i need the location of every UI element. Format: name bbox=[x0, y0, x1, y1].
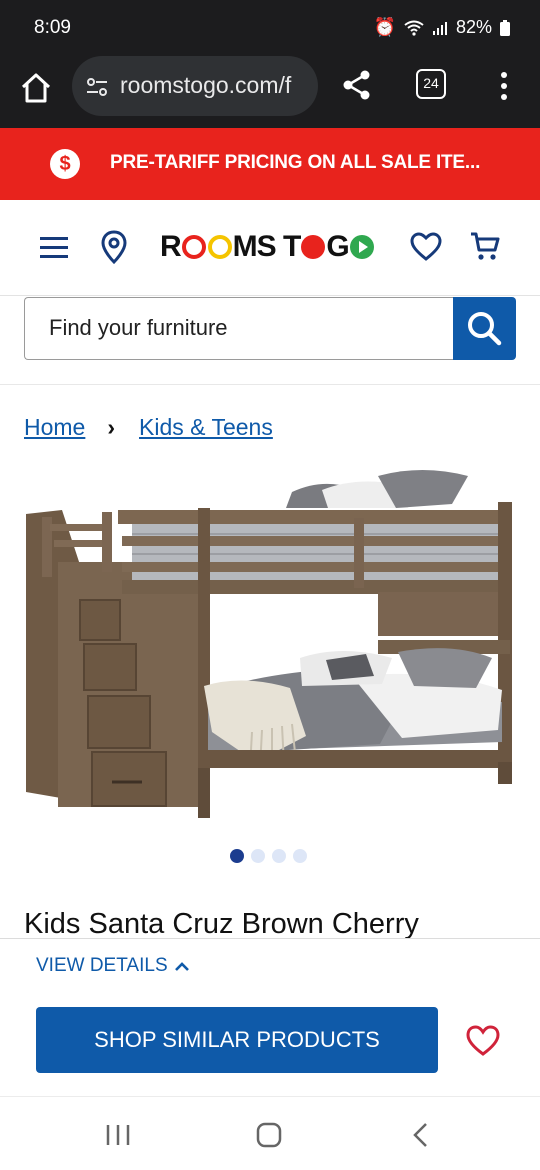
battery-icon bbox=[500, 19, 510, 36]
divider bbox=[0, 384, 540, 385]
home-button-icon[interactable] bbox=[254, 1121, 284, 1149]
breadcrumb-kids-teens-link[interactable]: Kids & Teens bbox=[139, 414, 273, 441]
promo-banner[interactable]: $ PRE-TARIFF PRICING ON ALL SALE ITE... bbox=[0, 128, 540, 200]
share-icon[interactable] bbox=[340, 68, 374, 102]
battery-percent: 82% bbox=[455, 17, 492, 37]
shop-similar-products-button[interactable]: SHOP SIMILAR PRODUCTS bbox=[36, 1007, 438, 1073]
alarm-icon: ⏰ bbox=[373, 17, 396, 37]
view-details-label: VIEW DETAILS bbox=[36, 955, 168, 976]
carousel-dot[interactable] bbox=[251, 849, 265, 863]
logo-solid-red-o bbox=[301, 235, 326, 259]
carousel-dot[interactable] bbox=[230, 849, 244, 863]
more-options-icon[interactable] bbox=[494, 66, 514, 106]
url-bar[interactable]: roomstogo.com/f bbox=[72, 56, 318, 116]
search-button[interactable] bbox=[453, 297, 516, 360]
wifi-icon bbox=[404, 20, 424, 36]
url-text: roomstogo.com/f bbox=[120, 72, 292, 98]
carousel-dot[interactable] bbox=[272, 849, 286, 863]
logo-red-o bbox=[181, 235, 206, 259]
back-icon[interactable] bbox=[406, 1121, 436, 1149]
search-icon bbox=[468, 312, 502, 346]
product-title: Kids Santa Cruz Brown Cherry bbox=[24, 908, 419, 940]
hamburger-menu-icon[interactable] bbox=[40, 236, 68, 258]
search-bar bbox=[24, 297, 516, 360]
logo-green-play-o bbox=[349, 235, 374, 259]
rooms-to-go-logo[interactable]: R MS T G bbox=[160, 230, 375, 264]
home-icon[interactable] bbox=[18, 70, 54, 106]
search-input[interactable] bbox=[25, 298, 425, 358]
promo-text: PRE-TARIFF PRICING ON ALL SALE ITE... bbox=[110, 152, 481, 173]
dollar-icon: $ bbox=[50, 149, 80, 179]
site-header: R MS T G bbox=[0, 200, 540, 296]
product-action-sheet: VIEW DETAILS SHOP SIMILAR PRODUCTS bbox=[0, 938, 540, 1096]
favorite-heart-icon[interactable] bbox=[466, 1025, 500, 1057]
status-time: 8:09 bbox=[34, 17, 71, 38]
site-settings-icon[interactable] bbox=[84, 74, 110, 100]
wishlist-heart-icon[interactable] bbox=[410, 232, 442, 262]
signal-icon bbox=[432, 21, 447, 35]
status-bar: 8:09 ⏰ 82% bbox=[0, 0, 540, 56]
system-navigation-bar bbox=[0, 1096, 540, 1170]
logo-yellow-o bbox=[207, 235, 232, 259]
view-details-toggle[interactable]: VIEW DETAILS bbox=[36, 955, 190, 977]
product-image-bunk-bed[interactable] bbox=[22, 462, 518, 826]
cart-icon[interactable] bbox=[469, 230, 501, 262]
breadcrumb-home-link[interactable]: Home bbox=[24, 414, 85, 441]
location-pin-icon[interactable] bbox=[101, 230, 127, 264]
carousel-indicator bbox=[230, 849, 307, 863]
carousel-dot[interactable] bbox=[293, 849, 307, 863]
browser-toolbar: roomstogo.com/f 24 bbox=[0, 56, 540, 128]
breadcrumb: Home › Kids & Teens bbox=[24, 414, 273, 441]
recent-apps-icon[interactable] bbox=[104, 1121, 134, 1149]
chevron-right-icon: › bbox=[107, 414, 116, 440]
chevron-up-icon bbox=[174, 962, 189, 971]
tab-switcher-button[interactable]: 24 bbox=[416, 69, 446, 99]
